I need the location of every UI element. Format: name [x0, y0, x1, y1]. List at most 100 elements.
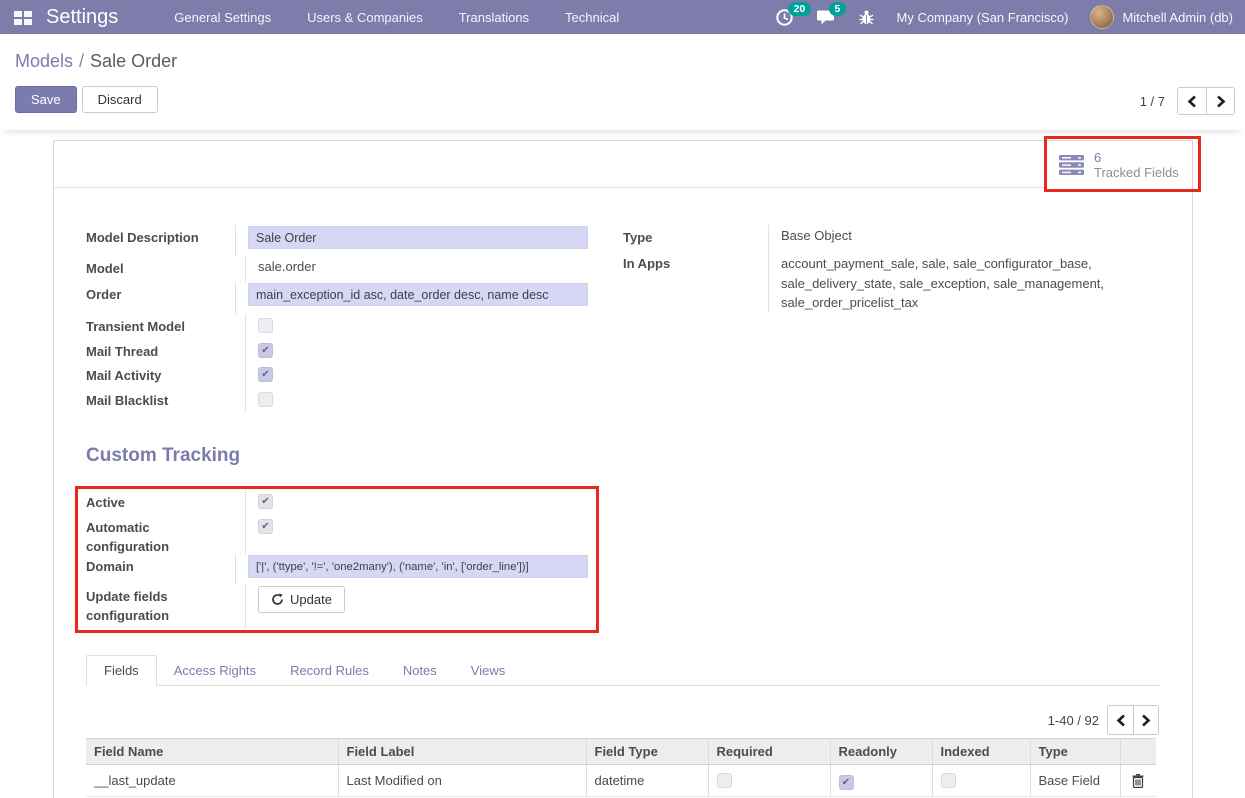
column-header-indexed[interactable]: Indexed — [932, 739, 1030, 765]
activities-menu[interactable]: 20 — [775, 8, 794, 27]
app-title[interactable]: Settings — [46, 6, 118, 29]
type-label: Type — [623, 225, 769, 251]
column-header-field-name[interactable]: Field Name — [86, 739, 338, 765]
table-row[interactable]: __last_update Last Modified on datetime … — [86, 765, 1156, 797]
transient-model-checkbox[interactable]: ✔ — [258, 318, 273, 333]
breadcrumb-current: Sale Order — [90, 51, 177, 71]
transient-model-row: Transient Model ✔ — [86, 314, 588, 339]
messages-menu[interactable]: 5 — [816, 8, 836, 26]
company-menu[interactable]: My Company (San Francisco) — [897, 10, 1069, 25]
cell-field-type: datetime — [586, 765, 708, 797]
chevron-left-icon — [1116, 714, 1126, 727]
update-button-label: Update — [290, 592, 332, 607]
tracked-fields-stat-button[interactable]: 6 Tracked Fields — [1045, 141, 1192, 188]
custom-tracking-group: Active ✔ Automatic configuration ✔ Domai… — [86, 490, 588, 628]
odoo-settings-model-form-screen: Settings General Settings Users & Compan… — [0, 0, 1245, 798]
order-label: Order — [86, 282, 236, 314]
model-description-input[interactable] — [248, 226, 588, 249]
active-row: Active ✔ — [86, 490, 588, 515]
model-value: sale.order — [246, 256, 588, 282]
record-pager-buttons — [1177, 87, 1235, 115]
transient-model-label: Transient Model — [86, 314, 246, 339]
activity-count-badge: 20 — [788, 2, 812, 16]
mail-activity-row: Mail Activity ✔ — [86, 363, 588, 388]
automatic-configuration-row: Automatic configuration ✔ — [86, 515, 588, 554]
control-panel: Models/Sale Order Save Discard 1 / 7 — [0, 34, 1245, 130]
save-button[interactable]: Save — [15, 86, 77, 113]
discard-button[interactable]: Discard — [82, 86, 158, 113]
menu-general-settings[interactable]: General Settings — [174, 10, 271, 25]
breadcrumb-models-link[interactable]: Models — [15, 51, 73, 71]
active-label: Active — [86, 490, 246, 515]
mail-activity-label: Mail Activity — [86, 363, 246, 388]
column-header-field-type[interactable]: Field Type — [586, 739, 708, 765]
in-apps-row: In Apps account_payment_sale, sale, sale… — [623, 251, 1161, 313]
tab-notes[interactable]: Notes — [386, 656, 454, 685]
required-checkbox[interactable]: ✔ — [717, 773, 732, 788]
active-checkbox[interactable]: ✔ — [258, 494, 273, 509]
fields-table: Field Name Field Label Field Type Requir… — [86, 738, 1156, 797]
tab-views[interactable]: Views — [454, 656, 522, 685]
apps-menu-button[interactable] — [0, 0, 46, 34]
column-header-required[interactable]: Required — [708, 739, 830, 765]
stat-button-text: 6 Tracked Fields — [1094, 150, 1179, 180]
domain-label: Domain — [86, 554, 236, 584]
mail-thread-row: Mail Thread ✔ — [86, 339, 588, 364]
fields-list-pager-buttons — [1107, 705, 1159, 735]
record-pager-value[interactable]: 1 / 7 — [1140, 94, 1165, 109]
readonly-checkbox[interactable]: ✔ — [839, 775, 854, 790]
mail-activity-checkbox[interactable]: ✔ — [258, 367, 273, 382]
fields-list-pager: 1-40 / 92 — [1048, 705, 1159, 735]
tab-access-rights[interactable]: Access Rights — [157, 656, 273, 685]
column-header-type[interactable]: Type — [1030, 739, 1120, 765]
user-menu[interactable]: Mitchell Admin (db) — [1090, 5, 1233, 29]
pager-previous-button[interactable] — [1178, 88, 1206, 114]
fields-pager-next-button[interactable] — [1133, 706, 1158, 734]
cell-actions — [1120, 765, 1156, 797]
top-navbar: Settings General Settings Users & Compan… — [0, 0, 1245, 34]
pager-next-button[interactable] — [1206, 88, 1234, 114]
debug-menu[interactable] — [858, 9, 875, 26]
record-pager: 1 / 7 — [1140, 87, 1235, 115]
user-avatar — [1090, 5, 1114, 29]
update-fields-row: Update fields configuration Update — [86, 584, 588, 628]
systray: 20 5 — [775, 5, 1245, 29]
model-main-group-right: Type Base Object In Apps account_payment… — [623, 225, 1161, 313]
menu-translations[interactable]: Translations — [459, 10, 529, 25]
tracked-fields-list-icon — [1058, 154, 1085, 176]
order-input[interactable] — [248, 283, 588, 306]
breadcrumb-separator: / — [73, 51, 90, 71]
fields-list-pager-value[interactable]: 1-40 / 92 — [1048, 713, 1099, 728]
tab-record-rules[interactable]: Record Rules — [273, 656, 386, 685]
column-header-field-label[interactable]: Field Label — [338, 739, 586, 765]
chevron-left-icon — [1187, 95, 1197, 108]
chevron-right-icon — [1141, 714, 1151, 727]
model-main-group-left: Model Description Model sale.order Order… — [86, 225, 588, 412]
fields-pager-previous-button[interactable] — [1108, 706, 1133, 734]
automatic-configuration-checkbox[interactable]: ✔ — [258, 519, 273, 534]
apps-grid-icon — [13, 10, 33, 25]
check-icon: ✔ — [259, 368, 272, 382]
mail-blacklist-row: Mail Blacklist ✔ — [86, 388, 588, 413]
delete-row-button[interactable] — [1129, 774, 1149, 788]
mail-thread-checkbox[interactable]: ✔ — [258, 343, 273, 358]
cell-field-label: Last Modified on — [338, 765, 586, 797]
domain-input[interactable] — [248, 555, 588, 578]
menu-users-companies[interactable]: Users & Companies — [307, 10, 423, 25]
trash-icon — [1132, 774, 1144, 788]
cell-required: ✔ — [708, 765, 830, 797]
tab-fields[interactable]: Fields — [86, 655, 157, 686]
type-value: Base Object — [769, 225, 1161, 251]
indexed-checkbox[interactable]: ✔ — [941, 773, 956, 788]
menu-technical[interactable]: Technical — [565, 10, 619, 25]
user-name: Mitchell Admin (db) — [1122, 10, 1233, 25]
update-button[interactable]: Update — [258, 586, 345, 613]
column-header-readonly[interactable]: Readonly — [830, 739, 932, 765]
mail-blacklist-label: Mail Blacklist — [86, 388, 246, 413]
tracked-fields-count: 6 — [1094, 150, 1179, 165]
message-count-badge: 5 — [829, 2, 847, 16]
check-icon: ✔ — [259, 520, 272, 534]
mail-blacklist-checkbox[interactable]: ✔ — [258, 392, 273, 407]
model-label: Model — [86, 256, 246, 282]
mail-thread-label: Mail Thread — [86, 339, 246, 364]
